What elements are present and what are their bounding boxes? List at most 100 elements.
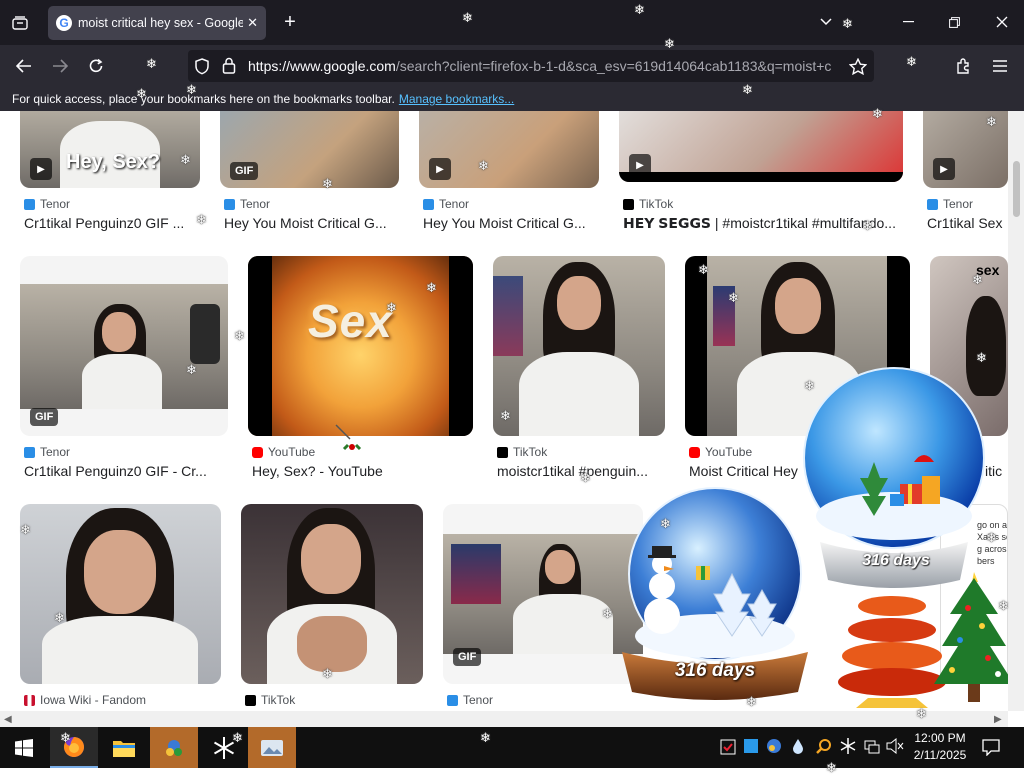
tray-globe-icon[interactable] (766, 738, 782, 759)
result-thumbnail[interactable]: ▶ Hey, Sex? (20, 111, 200, 188)
tiktok-icon (623, 198, 634, 210)
bookmarks-hint: For quick access, place your bookmarks h… (12, 92, 395, 106)
thumb-caption: Sex (308, 295, 393, 347)
tenor-icon (24, 198, 35, 210)
volume-muted-icon[interactable] (886, 737, 904, 759)
tab-list-icon[interactable] (8, 12, 32, 34)
water-drop-icon[interactable] (792, 738, 804, 759)
result-caption[interactable]: Hey, Sex? - YouTube (252, 463, 472, 479)
back-icon[interactable] (12, 54, 36, 78)
thumb-caption: sex (976, 262, 1000, 278)
defender-icon[interactable] (720, 739, 736, 760)
manage-bookmarks-link[interactable]: Manage bookmarks... (399, 92, 514, 106)
url-text[interactable]: https://www.google.com/search?client=fir… (248, 58, 874, 74)
result-caption[interactable]: Hey You Moist Critical G... (224, 215, 399, 231)
tenor-icon (224, 198, 235, 210)
taskbar: 12:00 PM 2/11/2025 (0, 727, 1024, 768)
result-caption[interactable]: 𝗛𝗘𝗬 𝗦𝗘𝗚𝗚𝗦 | #moistcr1tikal #multifando..… (623, 215, 903, 232)
result-thumbnail[interactable]: Sex (248, 256, 473, 436)
menu-icon[interactable] (988, 54, 1012, 78)
close-window-icon[interactable] (990, 10, 1014, 34)
result-caption[interactable]: Cr1tikal Sex (927, 215, 1008, 231)
days-counter-small: 316 days (674, 660, 756, 681)
horizontal-scrollbar[interactable]: ◀ ▶ (0, 711, 1008, 727)
result-source[interactable]: Tenor (24, 197, 70, 211)
result-source[interactable]: Tenor (224, 197, 270, 211)
minimize-icon[interactable] (896, 10, 920, 34)
result-source[interactable]: Tenor (927, 197, 973, 211)
result-source[interactable]: TikTok (623, 197, 673, 211)
result-thumbnail[interactable]: ▶ (419, 111, 599, 188)
tab-bar: G moist critical hey sex - Google S ✕ + (0, 0, 1024, 45)
result-thumbnail[interactable]: GIF (220, 111, 399, 188)
result-caption[interactable]: moistcr1tikal #penguin... (497, 463, 665, 479)
tab-google-search[interactable]: G moist critical hey sex - Google S ✕ (48, 6, 266, 40)
file-explorer-icon[interactable] (100, 727, 148, 768)
navigation-toolbar: https://www.google.com/search?client=fir… (0, 45, 1024, 87)
result-source[interactable]: TikTok (497, 445, 547, 459)
system-clock[interactable]: 12:00 PM 2/11/2025 (906, 730, 974, 764)
firefox-icon[interactable] (50, 727, 98, 768)
result-thumbnail[interactable] (493, 256, 665, 436)
extensions-icon[interactable] (952, 54, 976, 78)
clock-date: 2/11/2025 (913, 748, 967, 762)
gif-badge: GIF (30, 408, 59, 426)
tiktok-icon (245, 694, 256, 706)
thumb-caption: Hey, Sex? (66, 151, 161, 173)
tiktok-icon (497, 446, 508, 458)
scroll-left-icon[interactable]: ◀ (4, 714, 12, 725)
start-icon[interactable] (0, 727, 48, 768)
address-bar[interactable]: https://www.google.com/search?client=fir… (188, 50, 874, 82)
tenor-icon (447, 694, 458, 706)
chevron-down-icon[interactable] (814, 10, 838, 34)
scroll-right-icon[interactable]: ▶ (994, 714, 1002, 725)
result-source[interactable]: Iowa Wiki - Fandom (24, 693, 146, 707)
result-caption[interactable]: Cr1tikal Penguinz0 GIF ... (24, 215, 204, 231)
clock-time: 12:00 PM (914, 731, 966, 745)
google-favicon-icon: G (56, 15, 72, 31)
reload-icon[interactable] (84, 54, 108, 78)
result-caption[interactable]: Moist Critical Hey (689, 463, 809, 479)
lock-icon[interactable] (222, 57, 236, 79)
result-thumbnail[interactable]: ▶ (619, 111, 903, 182)
fandom-icon (24, 694, 35, 706)
network-icon[interactable] (864, 738, 880, 759)
result-source[interactable]: YouTube (689, 445, 752, 459)
play-icon: ▶ (933, 158, 955, 180)
notifications-icon[interactable] (982, 738, 1000, 761)
tenor-icon (423, 198, 434, 210)
result-source[interactable]: YouTube (252, 445, 315, 459)
gif-badge: GIF (453, 648, 482, 666)
bookmarks-toolbar: For quick access, place your bookmarks h… (0, 87, 1024, 111)
tenor-icon (927, 198, 938, 210)
snow-globe-large[interactable]: 316 days (796, 366, 992, 594)
result-thumbnail[interactable]: ▶ (923, 111, 1008, 188)
tab-close-icon[interactable]: ✕ (247, 15, 258, 31)
result-caption[interactable]: Cr1tikal Penguinz0 GIF - Cr... (24, 463, 228, 479)
search-icon[interactable] (816, 738, 832, 759)
tenor-icon (24, 446, 35, 458)
result-source[interactable]: Tenor (447, 693, 493, 707)
snowflake-app-icon[interactable] (200, 727, 248, 768)
app-icon[interactable] (150, 727, 198, 768)
result-source[interactable]: TikTok (245, 693, 295, 707)
christmas-tree-decoration (928, 568, 1020, 708)
result-thumbnail[interactable] (20, 504, 221, 684)
result-thumbnail[interactable]: GIF (20, 256, 228, 436)
new-tab-icon[interactable]: + (278, 10, 302, 34)
tray-app-icon[interactable] (744, 739, 758, 753)
shield-icon[interactable] (194, 58, 210, 80)
play-icon: ▶ (629, 154, 651, 176)
maximize-icon[interactable] (942, 10, 966, 34)
result-source[interactable]: Tenor (423, 197, 469, 211)
vertical-scrollbar[interactable] (1008, 111, 1024, 711)
bookmark-star-icon[interactable] (846, 54, 870, 78)
result-thumbnail[interactable] (241, 504, 423, 684)
snowflake-tray-icon[interactable] (840, 738, 856, 759)
scrollbar-thumb[interactable] (1013, 161, 1020, 217)
snow-globe-small[interactable]: 316 days (612, 486, 818, 700)
result-caption[interactable]: Hey You Moist Critical G... (423, 215, 599, 231)
photos-icon[interactable] (248, 727, 296, 768)
forward-icon[interactable] (48, 54, 72, 78)
result-source[interactable]: Tenor (24, 445, 70, 459)
